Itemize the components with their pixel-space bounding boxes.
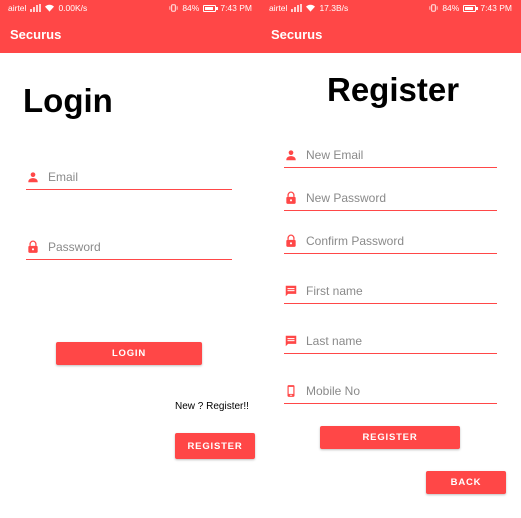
app-title: Securus	[10, 27, 62, 42]
vibrate-icon	[169, 4, 178, 12]
lock-icon	[26, 240, 40, 254]
lock-icon	[284, 234, 298, 248]
signal-icon	[291, 4, 303, 12]
network-speed: 17.3B/s	[319, 3, 349, 13]
status-bar: airtel 17.3B/s 84% 7:43 PM	[261, 0, 521, 16]
lock-icon	[284, 191, 298, 205]
battery-percent: 84%	[442, 3, 460, 13]
page-title: Login	[23, 82, 113, 119]
password-placeholder: Password	[48, 240, 101, 254]
last-name-placeholder: Last name	[306, 334, 363, 348]
message-icon	[284, 284, 298, 298]
login-screen: airtel 0.00K/s 84% 7:43 PM Securus Login…	[0, 0, 261, 518]
vibrate-icon	[429, 4, 438, 12]
signal-icon	[30, 4, 42, 12]
message-icon	[284, 334, 298, 348]
person-icon	[26, 170, 40, 184]
page-title: Register	[327, 71, 460, 108]
wifi-icon	[306, 4, 316, 12]
new-password-field[interactable]: New Password	[284, 188, 497, 211]
new-email-placeholder: New Email	[306, 148, 364, 162]
email-placeholder: Email	[48, 170, 79, 184]
carrier-label: airtel	[8, 3, 27, 13]
new-password-placeholder: New Password	[306, 191, 387, 205]
person-icon	[284, 148, 298, 162]
app-bar: Securus	[0, 16, 261, 53]
app-title: Securus	[271, 27, 323, 42]
wifi-icon	[45, 4, 55, 12]
confirm-password-field[interactable]: Confirm Password	[284, 231, 497, 254]
register-button[interactable]: REGISTER	[320, 426, 460, 449]
battery-icon	[463, 4, 479, 12]
first-name-placeholder: First name	[306, 284, 363, 298]
new-email-field[interactable]: New Email	[284, 145, 497, 168]
battery-percent: 84%	[182, 3, 200, 13]
network-speed: 0.00K/s	[58, 3, 88, 13]
status-time: 7:43 PM	[220, 3, 252, 13]
phone-icon	[284, 384, 298, 398]
email-field[interactable]: Email	[26, 167, 232, 190]
status-bar: airtel 0.00K/s 84% 7:43 PM	[0, 0, 261, 16]
carrier-label: airtel	[269, 3, 288, 13]
first-name-field[interactable]: First name	[284, 281, 497, 304]
password-field[interactable]: Password	[26, 237, 232, 260]
register-prompt[interactable]: New ? Register!!	[175, 401, 249, 412]
mobile-no-field[interactable]: Mobile No	[284, 381, 497, 404]
status-time: 7:43 PM	[480, 3, 512, 13]
register-screen: airtel 17.3B/s 84% 7:43 PM Securus Regis…	[261, 0, 521, 518]
register-nav-button[interactable]: REGISTER	[175, 433, 255, 459]
battery-icon	[203, 4, 219, 12]
last-name-field[interactable]: Last name	[284, 331, 497, 354]
back-button[interactable]: BACK	[426, 471, 506, 494]
confirm-password-placeholder: Confirm Password	[306, 234, 405, 248]
login-button[interactable]: LOGIN	[56, 342, 202, 365]
app-bar: Securus	[261, 16, 521, 53]
mobile-no-placeholder: Mobile No	[306, 384, 361, 398]
